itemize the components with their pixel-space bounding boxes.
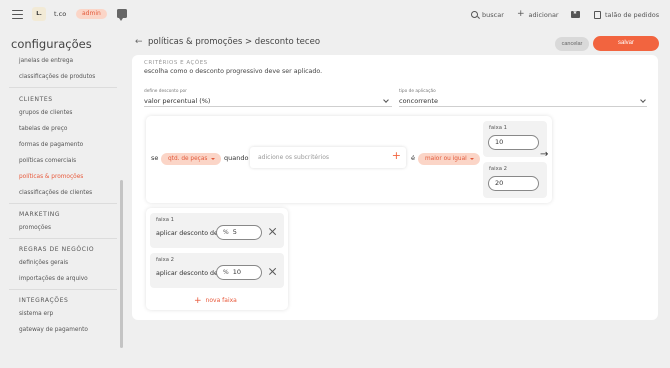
section-description: escolha como o desconto progressivo deve… (144, 68, 323, 75)
discount-by-select[interactable]: valor percentual (%) (144, 97, 210, 105)
discount-item: faixa 2 aplicar desconto de % 10 (150, 253, 284, 288)
rule-word-e: é (411, 154, 415, 162)
operator-dropdown[interactable]: maior ou igual (418, 153, 480, 165)
sidebar-item-politicas-comerciais[interactable]: políticas comerciais (19, 158, 76, 164)
rule-word-quando: quando (224, 154, 249, 162)
sidebar-divider (9, 289, 117, 290)
discount-value: 10 (232, 268, 241, 276)
search-label: buscar (482, 10, 504, 19)
plus-icon: + (517, 9, 525, 19)
discount-text: aplicar desconto de (156, 270, 218, 277)
sidebar-item-sistema-erp[interactable]: sistema erp (19, 311, 53, 317)
discount-value-input[interactable]: % 5 (216, 225, 262, 240)
company-name[interactable]: t.co (54, 10, 66, 18)
arrow-right-icon: → (540, 149, 549, 160)
range-item: faixa 1 10 (483, 121, 547, 157)
criterion-label: qtd. de peças (168, 156, 208, 162)
breadcrumb: políticas & promoções > desconto teceo (148, 37, 321, 47)
back-arrow-icon[interactable]: ← (135, 38, 143, 47)
sidebar-scrollbar[interactable] (120, 180, 123, 348)
main-content: ← políticas & promoções > desconto teceo… (130, 31, 660, 321)
percent-unit: % (223, 229, 229, 236)
remove-discount-icon[interactable] (268, 227, 277, 236)
field-underline (144, 106, 392, 107)
subcriteria-placeholder: adicione os subcritérios (258, 154, 330, 161)
document-icon (594, 10, 601, 19)
orders-label: talão de pedidos (605, 10, 660, 19)
criteria-card: CRITÉRIOS E AÇÕES escolha como o descont… (132, 55, 658, 320)
discount-value: 5 (232, 228, 237, 236)
chat-icon[interactable] (117, 9, 127, 21)
new-range-label: nova faixa (205, 297, 237, 304)
sidebar: configurações janelas de entrega classif… (0, 30, 130, 368)
new-range-button[interactable]: + nova faixa (194, 296, 237, 306)
operator-label: maior ou igual (425, 156, 467, 162)
discount-range-label: faixa 1 (156, 217, 175, 223)
company-logo: L. (32, 7, 46, 21)
rule-word-se: se (151, 154, 159, 162)
range-value-input[interactable]: 20 (488, 176, 539, 191)
sidebar-divider (9, 238, 117, 239)
sidebar-item-classificacoes-de-produtos[interactable]: classificações de produtos (19, 74, 95, 80)
add-button[interactable]: + adicionar (517, 9, 559, 20)
role-badge: admin (76, 9, 107, 19)
rule-card: se qtd. de peças quando adicione os subc… (146, 116, 552, 203)
caret-down-icon (211, 158, 215, 160)
star-icon (571, 10, 580, 18)
remove-discount-icon[interactable] (268, 267, 277, 276)
caret-down-icon (470, 158, 474, 160)
range-value-input[interactable]: 10 (488, 135, 539, 150)
sidebar-divider (9, 203, 117, 204)
sidebar-section-clientes: CLIENTES (19, 96, 53, 103)
sidebar-divider (9, 87, 117, 88)
sidebar-title: configurações (11, 37, 92, 51)
percent-unit: % (223, 269, 229, 276)
add-label: adicionar (528, 10, 559, 19)
discount-card: faixa 1 aplicar desconto de % 5 faixa 2 a… (146, 208, 288, 310)
section-title: CRITÉRIOS E AÇÕES (144, 60, 208, 66)
save-button[interactable]: salvar (593, 36, 659, 51)
cancel-button[interactable]: cancelar (555, 37, 589, 51)
search-button[interactable]: buscar (471, 9, 504, 20)
search-icon (471, 11, 478, 18)
chevron-down-icon[interactable] (383, 97, 389, 103)
add-subcriteria-icon[interactable]: + (392, 150, 401, 161)
range-label: faixa 1 (489, 125, 508, 131)
favorites-button[interactable] (571, 9, 580, 20)
discount-text: aplicar desconto de (156, 230, 218, 237)
top-bar: L. t.co admin buscar + adicionar talão d… (0, 0, 670, 30)
discount-range-label: faixa 2 (156, 257, 175, 263)
sidebar-section-marketing: MARKETING (19, 211, 61, 218)
orders-button[interactable]: talão de pedidos (594, 9, 659, 20)
subcriteria-input[interactable]: adicione os subcritérios + (250, 147, 406, 168)
sidebar-item-janelas-de-entrega[interactable]: janelas de entrega (19, 58, 73, 64)
discount-value-input[interactable]: % 10 (216, 265, 262, 280)
sidebar-item-importacoes-de-arquivo[interactable]: importações de arquivo (19, 276, 88, 282)
discount-item: faixa 1 aplicar desconto de % 5 (150, 213, 284, 248)
criterion-dropdown[interactable]: qtd. de peças (161, 153, 221, 165)
sidebar-item-classificacoes-de-clientes[interactable]: classificações de clientes (19, 190, 92, 196)
plus-icon: + (194, 296, 202, 306)
menu-icon[interactable] (12, 10, 23, 19)
sidebar-item-tabelas-de-preco[interactable]: tabelas de preço (19, 126, 67, 132)
sidebar-item-definicoes-gerais[interactable]: definições gerais (19, 260, 68, 266)
sidebar-item-grupos-de-clientes[interactable]: grupos de clientes (19, 110, 72, 116)
application-type-select[interactable]: concorrente (399, 97, 438, 105)
discount-by-label: define desconto por (144, 89, 187, 94)
sidebar-section-regras-de-negocio: REGRAS DE NEGÓCIO (19, 246, 95, 253)
sidebar-item-formas-de-pagamento[interactable]: formas de pagamento (19, 142, 83, 148)
chevron-down-icon[interactable] (640, 97, 646, 103)
range-label: faixa 2 (489, 166, 508, 172)
application-type-label: tipo de aplicação (399, 89, 436, 94)
sidebar-item-politicas-promocoes[interactable]: políticas & promoções (19, 174, 83, 180)
field-underline (399, 106, 647, 107)
sidebar-item-promocoes[interactable]: promoções (19, 225, 51, 231)
sidebar-item-gateway-de-pagamento[interactable]: gateway de pagamento (19, 327, 88, 333)
sidebar-section-integracoes: INTEGRAÇÕES (19, 297, 69, 304)
range-item: faixa 2 20 (483, 162, 547, 198)
